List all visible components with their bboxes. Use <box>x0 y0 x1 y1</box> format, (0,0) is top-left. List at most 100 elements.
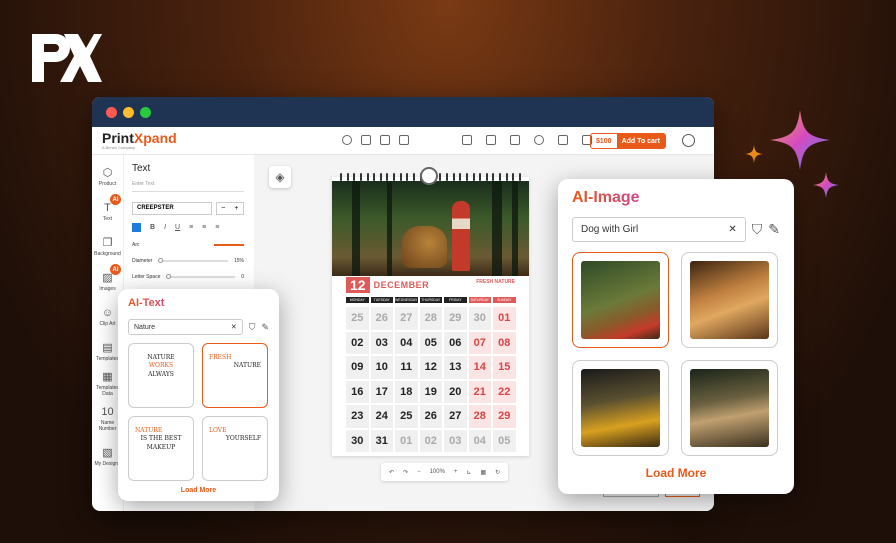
text-line: NATURE <box>233 362 261 370</box>
sidebar-item-images[interactable]: ▨ AI Images <box>92 260 123 295</box>
clear-icon[interactable]: ✕ <box>728 224 736 235</box>
date-cell: 01 <box>395 429 418 452</box>
image-result[interactable] <box>681 360 778 456</box>
calendar-design[interactable]: 12 DECEMBER FRESH NATURE MONDAY TUESDAY WE… <box>332 167 529 456</box>
sidebar-item-background[interactable]: ❐ Background <box>92 225 123 260</box>
filter-icon[interactable]: ⛉ <box>249 322 256 333</box>
reset-icon[interactable]: ↻ <box>495 469 500 476</box>
zoom-in-icon[interactable]: + <box>454 469 458 475</box>
text-line: IS THE BEST <box>140 435 182 443</box>
edit-icon[interactable]: ✎ <box>261 322 269 333</box>
format-row: B I U ≡ ≡ ≡ <box>132 223 244 232</box>
layers-toolbar-icon[interactable] <box>361 135 371 145</box>
redo-icon[interactable]: ↷ <box>403 469 408 476</box>
text-suggestion-card-selected[interactable]: FRESH NATURE <box>202 343 268 408</box>
month-name: DECEMBER <box>373 280 430 290</box>
ai-badge: AI <box>110 264 121 275</box>
brand-logo[interactable]: PrintXpand A Brinch Company <box>102 131 177 150</box>
date-cell: 21 <box>468 380 491 403</box>
ai-text-search-input[interactable]: Nature ✕ <box>128 319 243 335</box>
date-grid: 25 26 27 28 29 30 01 02 03 04 05 06 07 08 09 10 11 12 13 14… <box>346 307 516 452</box>
ai-text-card: AI-Text Nature ✕ ⛉ ✎ NATURE WORKS ALWAYS… <box>118 289 279 501</box>
letter-space-value: 0 <box>241 274 244 280</box>
text-suggestion-card[interactable]: LOVE YOURSELF <box>202 416 268 481</box>
maximize-dot[interactable] <box>140 106 151 118</box>
italic-icon[interactable]: I <box>164 224 166 231</box>
image-result[interactable] <box>681 252 778 348</box>
font-size-stepper[interactable]: − + <box>215 202 244 215</box>
fullscreen-icon[interactable] <box>462 135 472 145</box>
text-suggestion-card[interactable]: NATURE WORKS ALWAYS <box>128 343 194 408</box>
user-avatar-icon[interactable] <box>682 134 695 147</box>
image-result[interactable] <box>572 360 669 456</box>
zoom-bar: ↶ ↷ − 100% + ⊾ ▦ ↻ <box>381 463 509 481</box>
zoom-out-icon[interactable]: − <box>417 469 421 475</box>
text-line: ALWAYS <box>148 370 174 378</box>
underline-icon[interactable]: U <box>175 224 180 231</box>
ai-image-search-input[interactable]: Dog with Girl ✕ <box>572 217 746 242</box>
ai-badge: AI <box>110 194 121 205</box>
align-left-icon[interactable]: ≡ <box>189 224 193 231</box>
align-right-icon[interactable]: ≡ <box>215 224 219 231</box>
sidebar-icon: 10 <box>101 406 114 418</box>
sidebar-item-text[interactable]: T AI Text <box>92 190 123 225</box>
date-cell: 22 <box>493 380 516 403</box>
ai-image-load-more-button[interactable]: Load More <box>572 466 780 480</box>
date-cell: 11 <box>395 356 418 379</box>
layers-icon[interactable]: ◈ <box>269 166 291 188</box>
calendar-hanger <box>420 167 438 185</box>
text-input[interactable]: Enter Text <box>132 177 244 192</box>
text-line: MAKEUP <box>146 443 176 451</box>
sidebar-item-product[interactable]: ⬡ Product <box>92 155 123 190</box>
date-cell: 19 <box>419 380 442 403</box>
toolbar-right-icons <box>462 135 592 145</box>
text-line: YOURSELF <box>225 435 261 443</box>
grid-icon[interactable] <box>380 135 390 145</box>
edit-icon[interactable]: ✎ <box>768 221 780 238</box>
ruler-icon[interactable]: ⊾ <box>466 469 471 476</box>
date-cell: 24 <box>370 405 393 428</box>
filter-icon[interactable]: ⛉ <box>752 221 763 238</box>
date-cell: 15 <box>493 356 516 379</box>
sidebar-item-label: Templates <box>96 356 119 362</box>
arc-toggle[interactable] <box>214 244 244 246</box>
weekday-label: SATURDAY <box>468 297 491 303</box>
text-line: NATURE <box>147 354 175 361</box>
weekday-header: MONDAY TUESDAY WEDNESDAY THURSDAY FRIDAY SATU… <box>346 297 516 303</box>
undo-icon[interactable]: ↶ <box>389 469 394 476</box>
image-result-selected[interactable] <box>572 252 669 348</box>
date-cell: 08 <box>493 331 516 354</box>
clear-icon[interactable]: ✕ <box>231 323 237 331</box>
save-icon[interactable] <box>510 135 520 145</box>
weekday-label: MONDAY <box>346 297 369 303</box>
font-select[interactable]: CREEPSTER <box>132 202 212 215</box>
px-logo <box>32 34 102 82</box>
bold-icon[interactable]: B <box>150 224 155 231</box>
minimize-dot[interactable] <box>123 106 134 118</box>
align-center-icon[interactable]: ≡ <box>202 224 206 231</box>
date-cell: 29 <box>493 405 516 428</box>
toolbar-left-icons <box>342 135 409 145</box>
diameter-slider[interactable] <box>158 258 228 263</box>
share-icon[interactable] <box>534 135 544 145</box>
download-icon[interactable] <box>486 135 496 145</box>
color-swatch[interactable] <box>132 223 141 232</box>
preview-icon[interactable] <box>558 135 568 145</box>
sidebar-item-label: My Designs <box>94 461 121 467</box>
copy-icon[interactable] <box>399 135 409 145</box>
date-cell: 13 <box>444 356 467 379</box>
letter-space-slider[interactable] <box>166 274 236 279</box>
date-cell: 23 <box>346 405 369 428</box>
date-cell: 05 <box>493 429 516 452</box>
add-to-cart-button[interactable]: Add To cart <box>616 134 665 148</box>
weekday-label: SUNDAY <box>493 297 516 303</box>
text-suggestion-card[interactable]: NATURE IS THE BEST MAKEUP <box>128 416 194 481</box>
date-cell: 09 <box>346 356 369 379</box>
refresh-icon[interactable] <box>342 135 352 145</box>
close-dot[interactable] <box>106 106 117 118</box>
grid-toggle-icon[interactable]: ▦ <box>480 469 486 476</box>
sidebar-item-label: Background <box>94 251 121 257</box>
ai-text-load-more-button[interactable]: Load More <box>128 487 269 494</box>
sidebar-item-label: Text <box>102 216 113 222</box>
date-cell: 10 <box>370 356 393 379</box>
